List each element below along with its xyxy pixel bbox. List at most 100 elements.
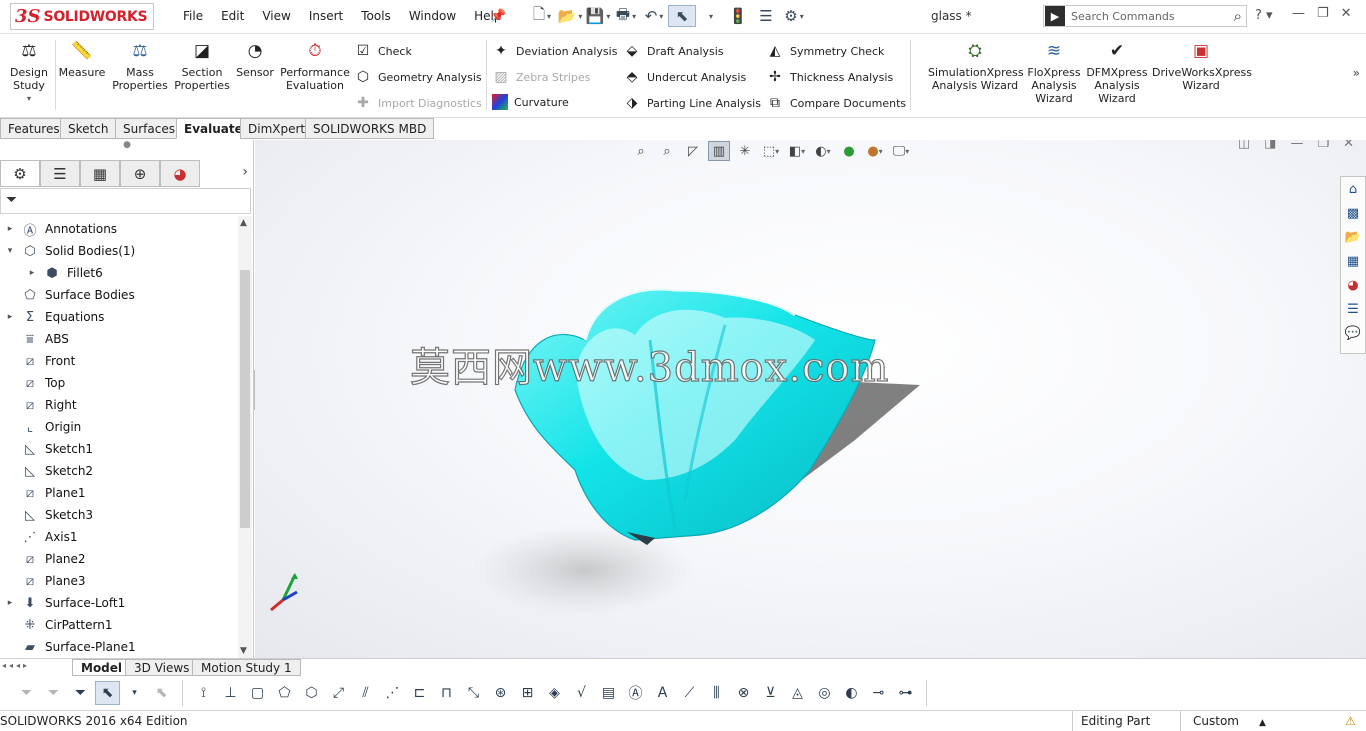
menu-window[interactable]: Window: [400, 9, 465, 23]
undercut-analysis-button[interactable]: ⬘ Undercut Analysis: [623, 68, 747, 86]
tree-scrollbar[interactable]: ▲ ▼: [238, 216, 252, 658]
tab-3d-views[interactable]: 3D Views: [125, 659, 199, 676]
filter-weld-symbols-icon[interactable]: A: [650, 681, 675, 705]
select-pointer-icon[interactable]: ⬉: [95, 681, 120, 705]
sensor-button[interactable]: ◔ Sensor: [234, 40, 276, 79]
floxpress-button[interactable]: ≋ FloXpress Analysis Wizard: [1026, 40, 1082, 105]
filter-blocks-icon[interactable]: ⊗: [731, 681, 756, 705]
tree-filter-box[interactable]: ⏷: [0, 188, 251, 214]
tree-item[interactable]: ⧄ Top: [0, 372, 238, 394]
file-properties-icon[interactable]: ☰: [752, 5, 780, 27]
select-over-geometry-icon[interactable]: ⬉: [149, 681, 174, 705]
options-gear-icon[interactable]: ⚙ ▾: [780, 5, 808, 27]
tree-item[interactable]: ⋰ Axis1: [0, 526, 238, 548]
filter-sketch-points-icon[interactable]: ⋰: [380, 681, 405, 705]
minimize-icon[interactable]: —: [1292, 6, 1305, 21]
filter-vertices-icon[interactable]: ⟟: [191, 681, 216, 705]
search-icon[interactable]: ⌕: [1234, 7, 1242, 25]
filter-notes-icon[interactable]: ▤: [596, 681, 621, 705]
tab-solidworks-mbd[interactable]: SOLIDWORKS MBD: [305, 118, 435, 139]
filter-routing-points-icon[interactable]: ◎: [812, 681, 837, 705]
check-button[interactable]: ☑ Check: [354, 42, 412, 60]
import-diagnostics-button[interactable]: ✚ Import Diagnostics: [354, 94, 482, 112]
filter-faces-icon[interactable]: ▢: [245, 681, 270, 705]
scroll-down-icon[interactable]: ▼: [240, 646, 247, 656]
property-manager-tab-icon[interactable]: ☰: [40, 160, 80, 187]
clear-filters-icon[interactable]: ⏷: [41, 681, 66, 705]
select-all-filters-icon[interactable]: ⏷: [68, 681, 93, 705]
feature-manager-tab-icon[interactable]: ⚙: [0, 160, 40, 187]
geometry-analysis-button[interactable]: ⬡ Geometry Analysis: [354, 68, 482, 86]
filter-cosmetic-threads-icon[interactable]: ⫼: [704, 681, 729, 705]
expand-arrow-icon[interactable]: ▸: [0, 312, 20, 322]
deviation-analysis-button[interactable]: ✦ Deviation Analysis: [492, 42, 617, 60]
undo-icon[interactable]: ↶ ▾: [640, 5, 668, 27]
dimxpert-manager-tab-icon[interactable]: ⊕: [120, 160, 160, 187]
tree-item[interactable]: ⌞ Origin: [0, 416, 238, 438]
new-document-icon[interactable]: 🗋 ▾: [528, 5, 556, 27]
chevron-right-icon[interactable]: ›: [242, 164, 248, 180]
save-icon[interactable]: 💾 ▾: [584, 5, 612, 27]
glass-model[interactable]: [255, 140, 1366, 658]
filter-sketch-segments-icon[interactable]: ⊏: [407, 681, 432, 705]
tree-item[interactable]: ▰ Surface-Plane1: [0, 636, 238, 658]
tab-motion-study[interactable]: Motion Study 1: [192, 659, 301, 676]
search-input[interactable]: Search Commands: [1071, 10, 1234, 23]
collapse-arrow-icon[interactable]: ▾: [0, 246, 20, 256]
filter-connection-points-icon[interactable]: ◬: [785, 681, 810, 705]
scroll-up-icon[interactable]: ▲: [240, 218, 247, 228]
tab-scroll-arrows-icon[interactable]: ◂◂◂▸: [2, 661, 30, 670]
select-pointer-icon[interactable]: ⬉: [668, 5, 696, 27]
pin-menu-icon[interactable]: 📌: [490, 9, 506, 24]
filter-surface-bodies-icon[interactable]: ⬠: [272, 681, 297, 705]
design-study-button[interactable]: ⚖ Design Study ▾: [6, 40, 52, 105]
solidworks-logo[interactable]: 3S SOLIDWORKS: [10, 3, 154, 30]
tree-item[interactable]: ⧄ Front: [0, 350, 238, 372]
menu-tools[interactable]: Tools: [352, 9, 400, 23]
expand-arrow-icon[interactable]: ▸: [0, 224, 20, 234]
configuration-manager-tab-icon[interactable]: ▦: [80, 160, 120, 187]
tree-item[interactable]: ⧄ Plane1: [0, 482, 238, 504]
chevron-right-icon[interactable]: »: [1353, 66, 1360, 80]
open-folder-icon[interactable]: 📂 ▾: [556, 5, 584, 27]
tree-item[interactable]: ⩸ ABS: [0, 328, 238, 350]
performance-evaluation-button[interactable]: ⏱ Performance Evaluation: [280, 40, 350, 92]
filter-weld-beads-icon[interactable]: ⊸: [866, 681, 891, 705]
thickness-analysis-button[interactable]: ✢ Thickness Analysis: [766, 68, 893, 86]
menu-file[interactable]: File: [174, 9, 212, 23]
display-manager-tab-icon[interactable]: ◕: [160, 160, 200, 187]
filter-datum-targets-icon[interactable]: ⟋: [677, 681, 702, 705]
select-dropdown-icon[interactable]: ▾: [122, 681, 147, 705]
tree-item[interactable]: ▸ Σ Equations: [0, 306, 238, 328]
tree-item[interactable]: ▸ Ⓐ Annotations: [0, 218, 238, 240]
tab-dimxpert[interactable]: DimXpert: [240, 118, 314, 139]
tab-model[interactable]: Model: [72, 659, 132, 676]
tree-item[interactable]: ◺ Sketch2: [0, 460, 238, 482]
graphics-area[interactable]: ⌕ ⌕ ◸ ▥ ✳ ⬚ ▾ ◧ ▾ ◐ ▾ ● ● ▾ 🖵 ▾ ◫ ◨ — ❐ ✕ ⌂ ▩…: [255, 140, 1366, 658]
filter-edges-icon[interactable]: ⊥: [218, 681, 243, 705]
expand-arrow-icon[interactable]: ▸: [0, 598, 20, 608]
tree-item[interactable]: ◺ Sketch1: [0, 438, 238, 460]
filter-dowel-pins-icon[interactable]: ⊻: [758, 681, 783, 705]
menu-edit[interactable]: Edit: [212, 9, 253, 23]
filter-dimensions-icon[interactable]: ⊞: [515, 681, 540, 705]
filter-planes-icon[interactable]: ⫽: [353, 681, 378, 705]
tree-item[interactable]: ◺ Sketch3: [0, 504, 238, 526]
print-icon[interactable]: 🖶 ▾: [612, 5, 640, 27]
close-icon[interactable]: ✕: [1341, 6, 1352, 21]
expand-arrow-icon[interactable]: ▸: [22, 268, 42, 278]
parting-line-analysis-button[interactable]: ⬗ Parting Line Analysis: [623, 94, 761, 112]
mass-properties-button[interactable]: ⚖ Mass Properties: [110, 40, 170, 92]
section-properties-button[interactable]: ◪ Section Properties: [172, 40, 232, 92]
dfmxpress-button[interactable]: ✔ DFMXpress Analysis Wizard: [1086, 40, 1148, 105]
tab-sketch[interactable]: Sketch: [60, 118, 117, 139]
filter-datum-features-icon[interactable]: Ⓐ: [623, 681, 648, 705]
filter-centerline-icon[interactable]: ⊛: [488, 681, 513, 705]
scrollbar-thumb[interactable]: [240, 270, 250, 528]
tree-item[interactable]: ⧄ Plane2: [0, 548, 238, 570]
menu-view[interactable]: View: [253, 9, 299, 23]
select-dropdown-icon[interactable]: ▾: [696, 5, 724, 27]
simulationxpress-button[interactable]: ⛭ SimulationXpress Analysis Wizard: [928, 40, 1024, 92]
pane-splitter-handle[interactable]: ●: [0, 140, 254, 158]
search-commands-box[interactable]: ▶ Search Commands ⌕: [1043, 5, 1247, 27]
